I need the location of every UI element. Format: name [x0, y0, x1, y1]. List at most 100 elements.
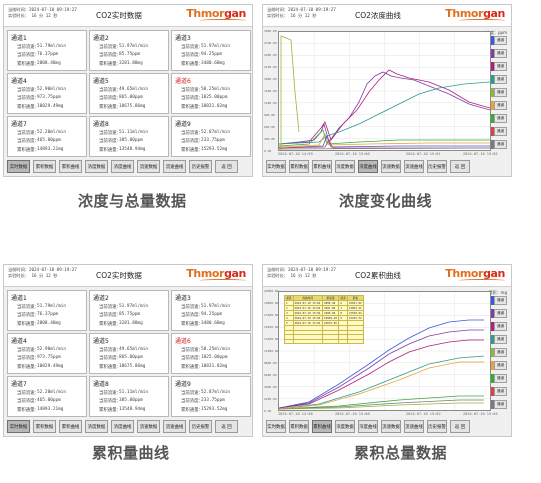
toolbar-button[interactable]: 累积数据 [289, 420, 309, 433]
channel-conc-value: 865.00ppm [119, 95, 143, 101]
channel-card[interactable]: 通道3 当前流速： 51.97ml/min 当前浓度： 94.25ppm 累积通量： 348… [171, 290, 251, 331]
toolbar-button[interactable]: 历史报警 [189, 420, 212, 433]
legend-button[interactable]: 通道 [494, 75, 507, 84]
channel-card[interactable]: 通道5 当前流速： 49.65ml/min 当前浓度： 865.00ppm 累积通量： 10… [89, 333, 169, 374]
toolbar-button[interactable]: 累积数据 [289, 160, 309, 173]
channel-card[interactable]: 通道4 当前流速： 52.90ml/min 当前浓度： 973.75ppm 累积通量： 10… [7, 333, 87, 374]
channel-card[interactable]: 通道8 当前流速： 51.11ml/min 当前浓度： 385.00ppm 累积通量： 13… [89, 116, 169, 157]
legend-item[interactable]: 通道 [491, 400, 507, 409]
toolbar-button[interactable]: 流速曲线 [163, 420, 186, 433]
channel-card[interactable]: 通道5 当前流速： 49.65ml/min 当前浓度： 865.00ppm 累积通量： 10… [89, 73, 169, 114]
toolbar-button[interactable]: 实时数据 [7, 160, 30, 173]
legend-item[interactable]: 通道 [491, 114, 507, 123]
channel-card[interactable]: 通道6 当前流速： 50.25ml/min 当前浓度： 1025.00ppm 累积通量： 1… [171, 73, 251, 114]
legend-item[interactable]: 通道 [491, 88, 507, 97]
legend-button[interactable]: 通道 [494, 374, 507, 383]
toolbar-button[interactable]: 累积数据 [33, 160, 56, 173]
channel-conc-label: 当前浓度： [17, 53, 39, 59]
legend-item[interactable]: 通道 [491, 62, 507, 71]
toolbar-button[interactable]: 实时数据 [7, 420, 30, 433]
toolbar-button[interactable]: 流速数据 [137, 160, 160, 173]
toolbar-button[interactable]: 历史报警 [427, 160, 447, 173]
legend-item[interactable]: 通道 [491, 127, 507, 136]
legend-item[interactable]: 通道 [491, 361, 507, 370]
toolbar-button[interactable]: 流速曲线 [163, 160, 186, 173]
legend-button[interactable]: 通道 [494, 296, 507, 305]
toolbar-button[interactable]: 累积曲线 [312, 160, 332, 173]
legend-item[interactable]: 通道 [491, 387, 507, 396]
channel-card[interactable]: 通道2 当前流速： 51.97ml/min 当前浓度： 85.75ppm 累积通量： 328… [89, 30, 169, 71]
concentration-plot[interactable] [278, 31, 491, 151]
legend-item[interactable]: 通道 [491, 296, 507, 305]
toolbar-button[interactable]: 累积数据 [33, 420, 56, 433]
legend-item[interactable]: 通道 [491, 75, 507, 84]
toolbar-button[interactable]: 浓度曲线 [111, 160, 134, 173]
channel-card[interactable]: 通道9 当前流速： 52.87ml/min 当前浓度： 233.75ppm 累积通量： 15… [171, 376, 251, 417]
legend-button[interactable]: 通道 [494, 387, 507, 396]
channel-conc-row: 当前浓度： 85.75ppm [99, 52, 165, 58]
channel-flow-row: 当前流速： 52.90ml/min [17, 347, 83, 353]
toolbar-button[interactable]: 实时数据 [266, 420, 286, 433]
toolbar-button[interactable]: 浓度数据 [335, 160, 355, 173]
toolbar-button[interactable]: 浓度数据 [85, 160, 108, 173]
toolbar-button[interactable]: 流速数据 [381, 420, 401, 433]
channel-card[interactable]: 通道3 当前流速： 51.97ml/min 当前浓度： 94.25ppm 累积通量： 348… [171, 30, 251, 71]
legend-item[interactable]: 通道 [491, 101, 507, 110]
channel-card[interactable]: 通道9 当前流速： 52.87ml/min 当前浓度： 233.75ppm 累积通量： 15… [171, 116, 251, 157]
toolbar-button[interactable]: 浓度数据 [335, 420, 355, 433]
legend-button[interactable]: 通道 [494, 114, 507, 123]
channel-card[interactable]: 通道7 当前流速： 52.20ml/min 当前浓度： 465.00ppm 累积通量： 14… [7, 116, 87, 157]
toolbar-button[interactable]: 流速曲线 [404, 420, 424, 433]
legend-button[interactable]: 通道 [494, 127, 507, 136]
toolbar-button[interactable]: 流速数据 [381, 160, 401, 173]
legend-item[interactable]: 通道 [491, 140, 507, 149]
x-tick-label: 2024-07-10 15:02 [406, 412, 441, 416]
legend-button[interactable]: 通道 [494, 348, 507, 357]
toolbar-button[interactable]: 浓度数据 [85, 420, 108, 433]
toolbar-button[interactable]: 累积曲线 [312, 420, 332, 433]
toolbar-button[interactable]: 返 回 [450, 420, 470, 433]
channel-card[interactable]: 通道1 当前流速： 51.79ml/min 当前浓度： 76.37ppm 累积通量： 280… [7, 290, 87, 331]
legend-item[interactable]: 通道 [491, 322, 507, 331]
legend-button[interactable]: 通道 [494, 309, 507, 318]
toolbar-button[interactable]: 浓度曲线 [358, 160, 378, 173]
legend-item[interactable]: 通道 [491, 348, 507, 357]
channel-flow-label: 当前流速： [17, 131, 39, 137]
channel-card[interactable]: 通道1 当前流速： 51.79ml/min 当前浓度： 76.37ppm 累积通量： 280… [7, 30, 87, 71]
legend-button[interactable]: 通道 [494, 361, 507, 370]
toolbar-button[interactable]: 实时数据 [266, 160, 286, 173]
toolbar-button[interactable]: 返 回 [215, 160, 238, 173]
toolbar-button[interactable]: 返 回 [215, 420, 238, 433]
toolbar-button[interactable]: 流速数据 [137, 420, 160, 433]
channel-card[interactable]: 通道4 当前流速： 52.90ml/min 当前浓度： 973.75ppm 累积通量： 10… [7, 73, 87, 114]
legend-button[interactable]: 通道 [494, 62, 507, 71]
legend-item[interactable]: 通道 [491, 49, 507, 58]
legend-button[interactable]: 通道 [494, 49, 507, 58]
channel-card[interactable]: 通道7 当前流速： 52.20ml/min 当前浓度： 465.00ppm 累积通量： 14… [7, 376, 87, 417]
legend-button[interactable]: 通道 [494, 140, 507, 149]
toolbar-button[interactable]: 返 回 [450, 160, 470, 173]
legend-button[interactable]: 通道 [494, 101, 507, 110]
channel-card[interactable]: 通道2 当前流速： 51.97ml/min 当前浓度： 85.75ppm 累积通量： 328… [89, 290, 169, 331]
legend-item[interactable]: 通道 [491, 309, 507, 318]
toolbar-button[interactable]: 历史报警 [189, 160, 212, 173]
legend-button[interactable]: 通道 [494, 322, 507, 331]
toolbar-button[interactable]: 浓度曲线 [111, 420, 134, 433]
legend-item[interactable]: 通道 [491, 374, 507, 383]
toolbar-button[interactable]: 浓度曲线 [358, 420, 378, 433]
channel-flow-label: 当前流速： [17, 45, 39, 51]
channel-card[interactable]: 通道6 当前流速： 50.25ml/min 当前浓度： 1025.00ppm 累积通量： 1… [171, 333, 251, 374]
legend-button[interactable]: 通道 [494, 400, 507, 409]
toolbar-button[interactable]: 历史报警 [427, 420, 447, 433]
legend-item[interactable]: 通道 [491, 335, 507, 344]
legend-button[interactable]: 通道 [494, 88, 507, 97]
legend-item[interactable]: 通道 [491, 36, 507, 45]
toolbar-button[interactable]: 流速曲线 [404, 160, 424, 173]
channel-card[interactable]: 通道8 当前流速： 51.11ml/min 当前浓度： 385.00ppm 累积通量： 13… [89, 376, 169, 417]
channel-conc-label: 当前浓度： [181, 313, 203, 319]
channel-conc-label: 当前浓度： [17, 399, 39, 405]
legend-button[interactable]: 通道 [494, 36, 507, 45]
legend-button[interactable]: 通道 [494, 335, 507, 344]
toolbar-button[interactable]: 累积曲线 [59, 420, 82, 433]
toolbar-button[interactable]: 累积曲线 [59, 160, 82, 173]
